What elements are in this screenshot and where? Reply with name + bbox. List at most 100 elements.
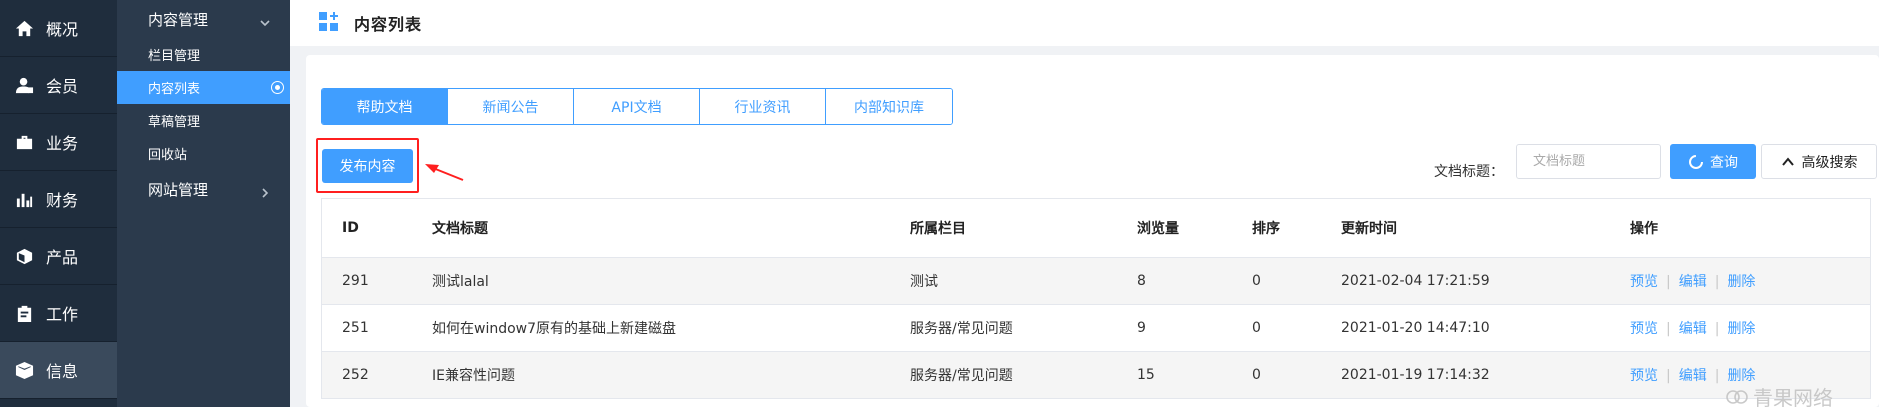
cell-updated: 2021-02-04 17:21:59 <box>1341 273 1490 289</box>
cell-views: 9 <box>1137 320 1146 336</box>
cell-sort: 0 <box>1252 320 1261 336</box>
cell-id: 291 <box>342 273 369 289</box>
table-header: ID 文档标题 所属栏目 浏览量 排序 更新时间 操作 <box>322 199 1870 258</box>
sub-nav-group-label: 内容管理 <box>148 10 209 29</box>
main-nav-item-finance[interactable]: 财务 <box>0 171 117 228</box>
active-dot-icon <box>271 81 284 94</box>
main-nav-label: 概况 <box>46 20 79 39</box>
edit-link[interactable]: 编辑 <box>1679 368 1707 384</box>
advanced-search-button[interactable]: 高级搜索 <box>1761 144 1877 179</box>
sub-nav-group-website[interactable]: 网站管理 <box>117 170 290 208</box>
op-separator: | <box>1714 368 1720 384</box>
cell-updated: 2021-01-20 14:47:10 <box>1341 320 1490 336</box>
edit-link[interactable]: 编辑 <box>1679 321 1707 337</box>
box-icon <box>14 360 34 380</box>
publish-highlight-box: 发布内容 <box>316 138 419 193</box>
clipboard-icon <box>14 303 34 323</box>
main-nav-item-member[interactable]: 会员 <box>0 57 117 114</box>
col-header-title: 文档标题 <box>432 221 488 237</box>
grid-plus-icon <box>318 11 340 36</box>
sub-nav-item-label: 内容列表 <box>148 82 201 97</box>
delete-link[interactable]: 删除 <box>1727 321 1755 337</box>
cell-views: 15 <box>1137 367 1155 383</box>
table-row: 252 IE兼容性问题 服务器/常见问题 15 0 2021-01-19 17:… <box>322 352 1870 399</box>
sub-nav-item-label: 栏目管理 <box>148 49 201 64</box>
cell-actions: 预览 | 编辑 | 删除 <box>1610 271 1870 291</box>
main-nav-item-overview[interactable]: 概况 <box>0 0 117 57</box>
content-card: 帮助文档 新闻公告 API文档 行业资讯 内部知识库 发布内容 文档标题： 查询… <box>306 55 1879 407</box>
main-nav-label: 会员 <box>46 77 79 96</box>
delete-link[interactable]: 删除 <box>1727 274 1755 290</box>
cell-updated: 2021-01-19 17:14:32 <box>1341 367 1490 383</box>
tab-industry[interactable]: 行业资讯 <box>700 89 826 124</box>
cube-icon <box>14 246 34 266</box>
table-row: 291 测试lalal 测试 8 0 2021-02-04 17:21:59 预… <box>322 258 1870 305</box>
home-icon <box>14 18 34 38</box>
op-separator: | <box>1666 368 1671 384</box>
main-nav-label: 信息 <box>46 362 79 381</box>
annotation-arrow-icon <box>425 164 464 181</box>
watermark: 青果网络 <box>1725 382 1833 407</box>
cell-category: 服务器/常见问题 <box>910 368 1013 384</box>
preview-link[interactable]: 预览 <box>1630 321 1658 337</box>
col-header-views: 浏览量 <box>1137 221 1179 237</box>
cell-sort: 0 <box>1252 367 1261 383</box>
cell-title: 如何在window7原有的基础上新建磁盘 <box>432 321 677 337</box>
cell-actions: 预览 | 编辑 | 删除 <box>1610 318 1870 338</box>
tab-news[interactable]: 新闻公告 <box>448 89 574 124</box>
op-separator: | <box>1666 321 1671 337</box>
cell-title: IE兼容性问题 <box>432 368 515 384</box>
publish-button[interactable]: 发布内容 <box>322 148 413 183</box>
sub-nav-group-content[interactable]: 内容管理 <box>117 0 290 38</box>
cell-title: 测试lalal <box>432 274 489 290</box>
chevron-up-icon <box>1781 156 1794 166</box>
sub-nav-item-label: 草稿管理 <box>148 115 201 130</box>
user-icon <box>14 75 34 95</box>
preview-link[interactable]: 预览 <box>1630 368 1658 384</box>
advanced-search-label: 高级搜索 <box>1801 154 1858 171</box>
main-nav-item-product[interactable]: 产品 <box>0 228 117 285</box>
content-table: ID 文档标题 所属栏目 浏览量 排序 更新时间 操作 291 测试lalal … <box>321 198 1871 399</box>
cell-category: 测试 <box>910 274 938 290</box>
search-input[interactable] <box>1516 144 1661 179</box>
main-nav-item-info[interactable]: 信息 <box>0 342 117 399</box>
col-header-id: ID <box>342 220 359 236</box>
sub-nav-item-drafts[interactable]: 草稿管理 <box>117 104 290 137</box>
col-header-sort: 排序 <box>1252 221 1280 237</box>
watermark-logo-icon <box>1726 389 1748 404</box>
cell-id: 252 <box>342 367 369 383</box>
page-title: 内容列表 <box>354 15 423 34</box>
page-header: 内容列表 <box>290 0 1879 46</box>
sub-nav-item-column[interactable]: 栏目管理 <box>117 38 290 71</box>
main-nav-label: 财务 <box>46 191 79 210</box>
query-button[interactable]: 查询 <box>1670 144 1756 179</box>
tab-help-docs[interactable]: 帮助文档 <box>322 89 448 124</box>
chevron-down-icon <box>260 14 270 27</box>
sub-nav-item-label: 回收站 <box>148 148 188 163</box>
tab-api-docs[interactable]: API文档 <box>574 89 700 124</box>
cell-id: 251 <box>342 320 369 336</box>
table-row: 251 如何在window7原有的基础上新建磁盘 服务器/常见问题 9 0 20… <box>322 305 1870 352</box>
chevron-right-icon <box>260 184 270 198</box>
main-nav-label: 产品 <box>46 248 79 267</box>
sub-nav-item-recycle[interactable]: 回收站 <box>117 137 290 170</box>
col-header-actions: 操作 <box>1630 221 1658 237</box>
col-header-updated: 更新时间 <box>1341 221 1397 237</box>
edit-link[interactable]: 编辑 <box>1679 274 1707 290</box>
main-nav-item-business[interactable]: 业务 <box>0 114 117 171</box>
query-button-label: 查询 <box>1710 154 1738 171</box>
sub-nav-item-content-list[interactable]: 内容列表 <box>117 71 290 104</box>
cell-category: 服务器/常见问题 <box>910 321 1013 337</box>
search-label: 文档标题： <box>1434 164 1504 180</box>
cell-views: 8 <box>1137 273 1146 289</box>
briefcase-icon <box>14 132 34 152</box>
sub-nav-group-label: 网站管理 <box>148 180 209 199</box>
preview-link[interactable]: 预览 <box>1630 274 1658 290</box>
op-separator: | <box>1714 274 1720 290</box>
sub-nav: 内容管理 栏目管理 内容列表 草稿管理 回收站 网站管理 <box>117 0 290 407</box>
main-nav: 概况 会员 业务 财务 产品 工作 信息 <box>0 0 117 407</box>
tab-knowledge-base[interactable]: 内部知识库 <box>826 89 952 124</box>
main-nav-item-work[interactable]: 工作 <box>0 285 117 342</box>
category-tabs: 帮助文档 新闻公告 API文档 行业资讯 内部知识库 <box>321 88 953 125</box>
main-nav-label: 工作 <box>46 305 79 324</box>
